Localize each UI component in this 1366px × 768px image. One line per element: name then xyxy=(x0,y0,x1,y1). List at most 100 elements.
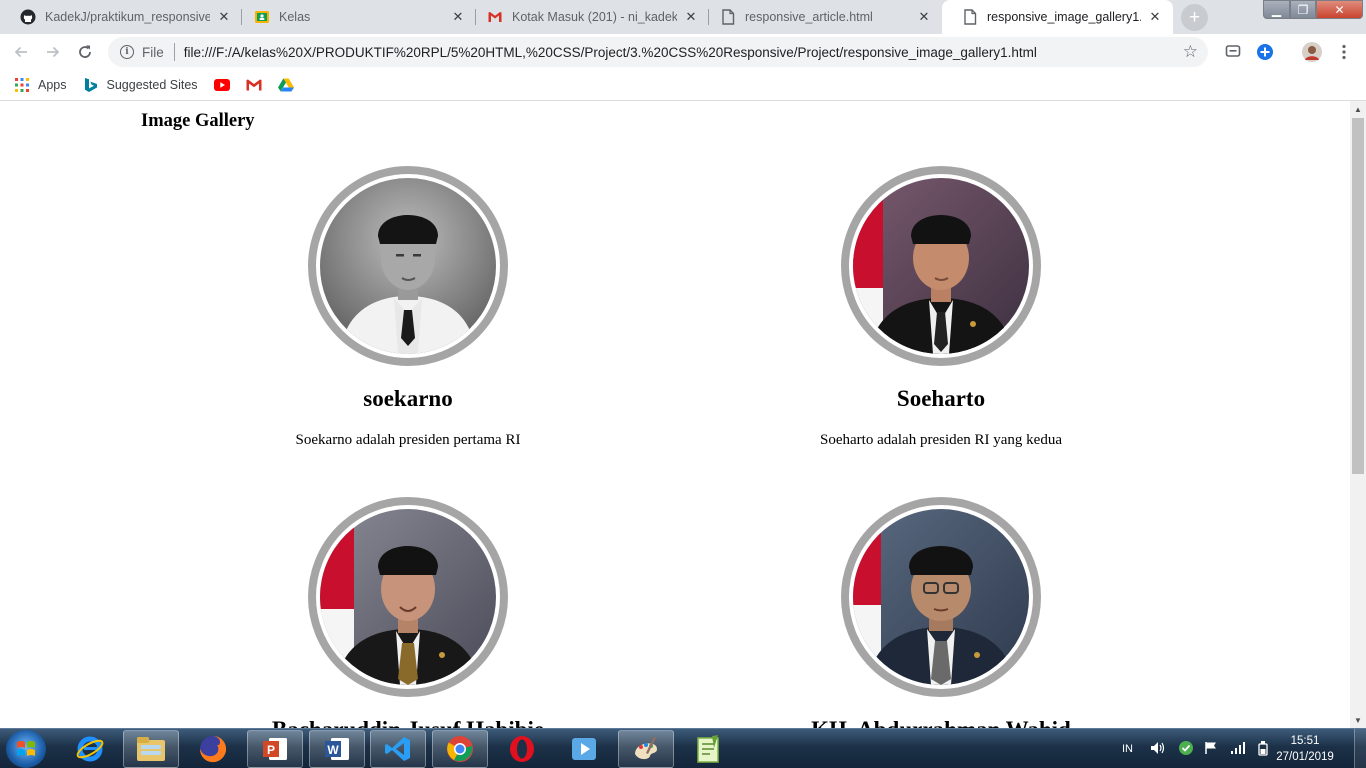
tab-responsive-article[interactable]: responsive_article.html ✕ xyxy=(700,0,942,34)
svg-text:P: P xyxy=(267,743,275,757)
tab-github[interactable]: KadekJ/praktikum_responsive ✕ xyxy=(0,0,242,34)
windows-taskbar: P W IN 15:51 27/01/2019 xyxy=(0,728,1366,768)
opera-icon xyxy=(510,736,534,762)
word-icon: W xyxy=(325,738,349,760)
plus-icon: + xyxy=(1188,6,1201,28)
taskbar-file-explorer[interactable] xyxy=(123,730,179,768)
bookmark-drive[interactable] xyxy=(277,77,294,93)
security-shield-icon[interactable] xyxy=(1178,740,1194,759)
scheme-label: File xyxy=(142,44,164,60)
youtube-icon xyxy=(213,77,230,93)
reload-button[interactable] xyxy=(73,40,97,64)
show-desktop-button[interactable] xyxy=(1354,729,1366,768)
action-center-flag-icon[interactable] xyxy=(1204,741,1218,758)
start-button[interactable] xyxy=(6,730,46,768)
tab-close-icon[interactable]: ✕ xyxy=(1147,9,1163,25)
close-window-button[interactable]: ✕ xyxy=(1316,0,1363,19)
windows-logo-icon xyxy=(17,741,35,756)
taskbar-vscode[interactable] xyxy=(370,730,426,768)
volume-icon[interactable] xyxy=(1150,741,1166,758)
url-text[interactable]: file:///F:/A/kelas%20X/PRODUKTIF%20RPL/5… xyxy=(184,45,1037,60)
extension-plus-icon[interactable] xyxy=(1256,43,1274,61)
taskbar-opera[interactable] xyxy=(494,730,550,768)
paint-icon xyxy=(635,736,657,760)
address-divider xyxy=(173,43,175,61)
gallery-card-soekarno: soekarno Soekarno adalah presiden pertam… xyxy=(141,166,675,449)
menu-kebab-icon[interactable] xyxy=(1335,43,1353,61)
classroom-icon xyxy=(254,9,270,25)
bookmark-gmail[interactable] xyxy=(246,77,262,93)
avatar-photo xyxy=(853,509,1029,685)
new-tab-button[interactable]: + xyxy=(1181,4,1208,31)
media-player-icon xyxy=(572,738,596,760)
card-description: Soekarno adalah presiden pertama RI xyxy=(295,432,521,448)
svg-text:W: W xyxy=(327,743,339,757)
tab-kelas[interactable]: Kelas ✕ xyxy=(234,0,476,34)
avatar-ring xyxy=(841,497,1041,697)
taskbar-internet-explorer[interactable] xyxy=(62,730,118,768)
tab-close-icon[interactable]: ✕ xyxy=(916,9,932,25)
bookmark-label: Apps xyxy=(38,78,67,92)
avatar-photo xyxy=(320,509,496,685)
chrome-icon xyxy=(447,736,473,762)
avatar-ring xyxy=(308,166,508,366)
bookmark-youtube[interactable] xyxy=(213,77,230,93)
tab-close-icon[interactable]: ✕ xyxy=(683,9,699,25)
bookmark-label: Suggested Sites xyxy=(106,78,198,92)
page-viewport: Image Gallery soekarno Soekarno adalah p… xyxy=(0,101,1350,728)
bookmark-apps[interactable]: Apps xyxy=(14,77,67,93)
page-title: Image Gallery xyxy=(141,111,255,131)
vscode-icon xyxy=(385,737,410,761)
scroll-up-arrow-icon[interactable]: ▲ xyxy=(1350,101,1366,117)
network-signal-icon[interactable] xyxy=(1230,741,1246,758)
power-icon[interactable] xyxy=(1256,740,1270,759)
file-icon xyxy=(962,9,978,25)
reload-icon xyxy=(79,45,91,58)
clock-date: 27/01/2019 xyxy=(1276,751,1334,763)
scroll-down-arrow-icon[interactable]: ▼ xyxy=(1350,712,1366,728)
browser-toolbar: i File file:///F:/A/kelas%20X/PRODUKTIF%… xyxy=(0,34,1366,70)
language-indicator[interactable]: IN xyxy=(1122,729,1133,768)
taskbar-word[interactable]: W xyxy=(309,730,365,768)
taskbar-media-player[interactable] xyxy=(556,730,612,768)
back-button[interactable] xyxy=(9,40,33,64)
scrollbar-thumb[interactable] xyxy=(1352,118,1364,474)
taskbar-powerpoint[interactable]: P xyxy=(247,730,303,768)
file-explorer-icon xyxy=(137,737,165,761)
bookmarks-bar: Apps Suggested Sites xyxy=(0,70,1366,101)
card-description: Soeharto adalah presiden RI yang kedua xyxy=(820,432,1062,448)
bing-icon xyxy=(83,77,99,93)
tab-close-icon[interactable]: ✕ xyxy=(450,9,466,25)
bookmark-star-icon[interactable]: ☆ xyxy=(1183,42,1198,62)
profile-avatar[interactable] xyxy=(1302,42,1322,62)
gallery-card-soeharto: Soeharto Soeharto adalah presiden RI yan… xyxy=(674,166,1208,449)
taskbar-clock[interactable]: 15:51 27/01/2019 xyxy=(1270,733,1340,765)
tab-title: Kotak Masuk (201) - ni_kadek_2 xyxy=(512,10,677,24)
card-name: soekarno xyxy=(363,386,453,411)
forward-arrow-icon xyxy=(47,46,60,58)
maximize-button[interactable]: ❐ xyxy=(1290,0,1316,19)
taskbar-chrome[interactable] xyxy=(432,730,488,768)
info-icon[interactable]: i xyxy=(120,45,134,59)
tab-gmail[interactable]: Kotak Masuk (201) - ni_kadek_2 ✕ xyxy=(467,0,709,34)
github-icon xyxy=(20,9,36,25)
gmail-icon xyxy=(246,77,262,93)
taskbar-firefox[interactable] xyxy=(185,730,241,768)
notepad-plus-icon xyxy=(697,735,719,763)
minimize-button[interactable]: ▁ xyxy=(1263,0,1290,19)
extension-chat-icon[interactable] xyxy=(1224,43,1242,61)
tab-title: responsive_article.html xyxy=(745,10,873,24)
back-arrow-icon xyxy=(14,46,27,58)
system-tray-icons xyxy=(1150,729,1270,768)
tab-close-icon[interactable]: ✕ xyxy=(216,9,232,25)
taskbar-paint[interactable] xyxy=(618,730,674,768)
forward-button[interactable] xyxy=(41,40,65,64)
vertical-scrollbar[interactable]: ▲ ▼ xyxy=(1350,101,1366,728)
file-icon xyxy=(720,9,736,25)
tab-strip: KadekJ/praktikum_responsive ✕ Kelas ✕ Ko… xyxy=(0,0,1366,34)
tab-title: KadekJ/praktikum_responsive xyxy=(45,10,210,24)
tab-responsive-image-gallery[interactable]: responsive_image_gallery1.html ✕ xyxy=(942,0,1173,34)
taskbar-notepad-plus[interactable] xyxy=(680,730,736,768)
bookmark-suggested-sites[interactable]: Suggested Sites xyxy=(83,77,198,93)
address-bar[interactable]: i File file:///F:/A/kelas%20X/PRODUKTIF%… xyxy=(108,37,1208,67)
